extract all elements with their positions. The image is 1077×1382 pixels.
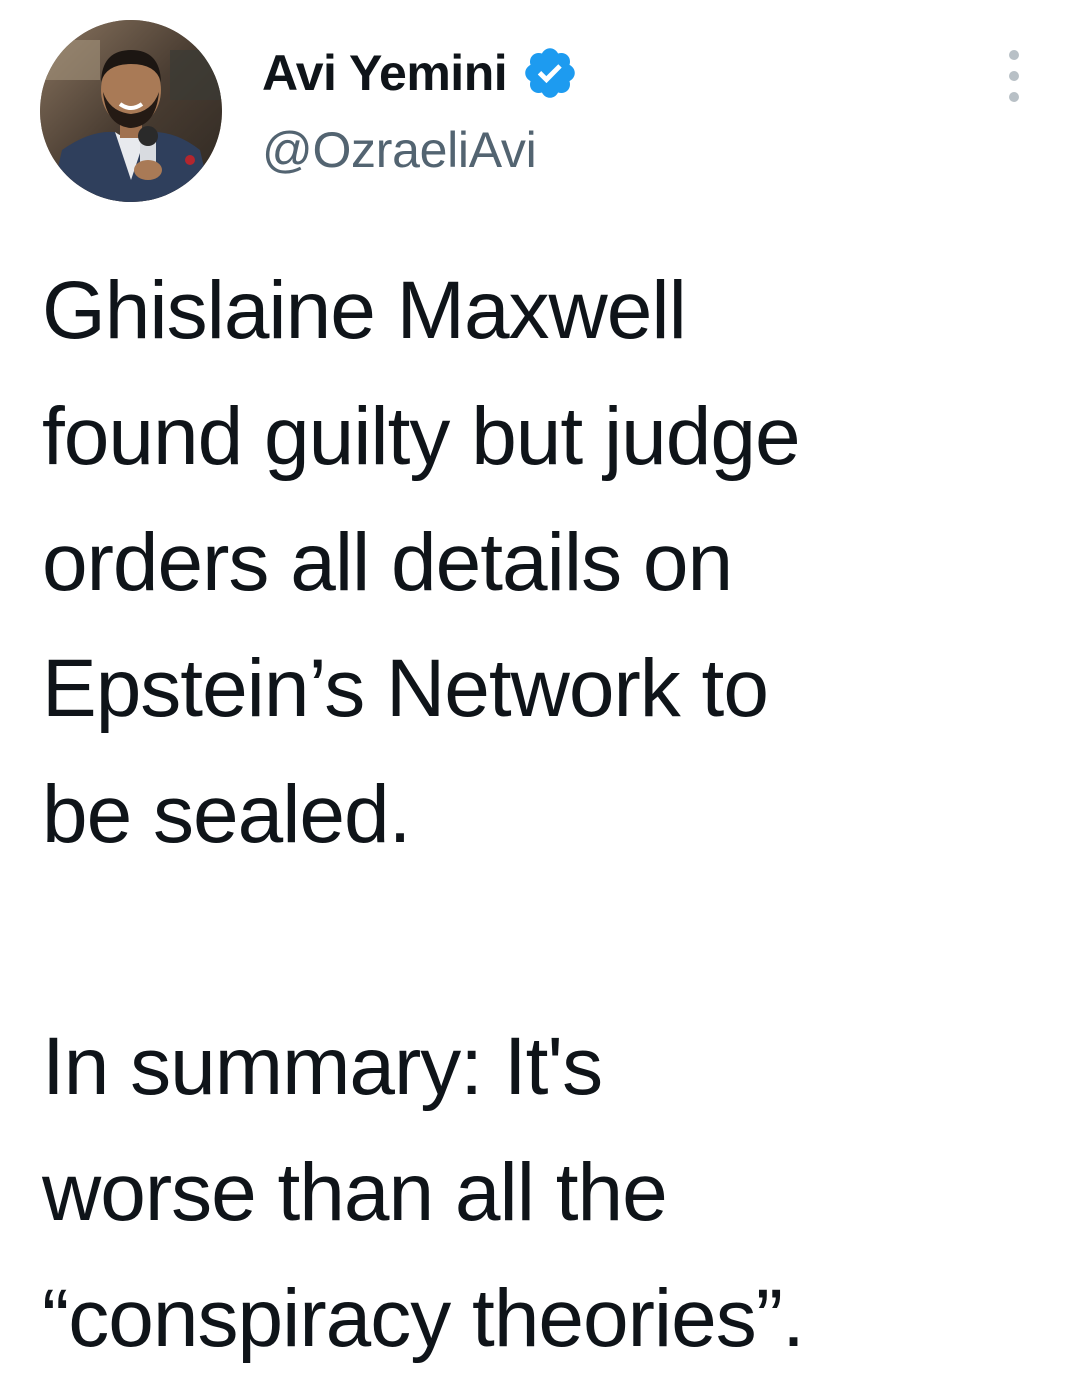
avatar[interactable] bbox=[40, 20, 222, 202]
more-dot bbox=[1009, 71, 1019, 81]
verified-badge-icon bbox=[525, 48, 575, 98]
author-handle[interactable]: @OzraeliAvi bbox=[262, 125, 537, 175]
display-name[interactable]: Avi Yemini bbox=[262, 48, 508, 98]
author-row: Avi Yemini bbox=[262, 38, 579, 108]
tweet-card: Avi Yemini @OzraeliAvi Ghislaine Maxwell… bbox=[0, 0, 1077, 1375]
avatar-photo bbox=[40, 20, 222, 202]
more-options-icon[interactable] bbox=[1000, 50, 1028, 102]
tweet-text: Ghislaine Maxwell found guilty but judge… bbox=[42, 265, 805, 1364]
more-dot bbox=[1009, 92, 1019, 102]
more-dot bbox=[1009, 50, 1019, 60]
